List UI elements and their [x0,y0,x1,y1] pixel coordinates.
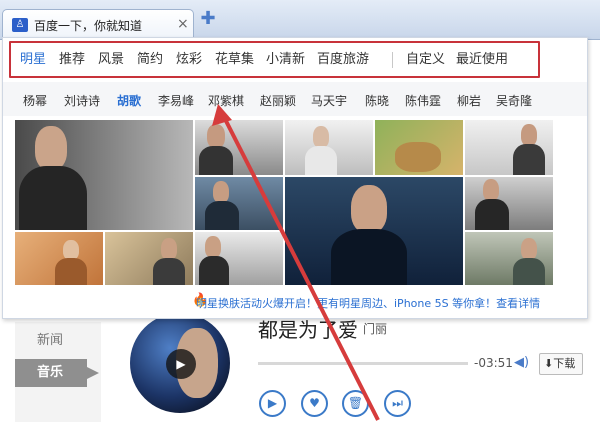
download-icon: ⬇ [544,357,554,370]
category-divider [392,52,393,68]
tab-colorful[interactable]: 炫彩 [176,49,202,71]
close-icon[interactable]: × [177,16,189,32]
star-name[interactable]: 杨幂 [23,92,47,109]
skin-thumbnail[interactable] [105,232,193,285]
paw-icon: ♙ [12,18,28,32]
download-button[interactable]: ⬇下载 [539,353,583,375]
like-button[interactable]: ♥ [301,390,328,417]
tab-fresh[interactable]: 小清新 [266,49,305,71]
play-button[interactable]: ▶ [259,390,286,417]
new-tab-icon[interactable]: ✚ [200,10,216,28]
skin-thumbnail[interactable] [15,232,103,285]
play-icon[interactable]: ▶ [166,349,196,379]
browser-tab[interactable]: ♙ 百度一下，你就知道 × [2,9,194,40]
browser-tab-strip: ♙ 百度一下，你就知道 × ✚ [0,0,600,40]
next-button[interactable]: ⏭ [384,390,411,417]
tab-travel[interactable]: 百度旅游 [317,49,369,71]
skin-thumbnail[interactable] [195,120,283,175]
star-name[interactable]: 吴奇隆 [496,92,532,109]
download-label: 下载 [553,357,576,370]
star-name[interactable]: 陈晓 [365,92,389,109]
song-artist[interactable]: 门丽 [363,320,387,337]
skin-thumbnail[interactable] [285,120,373,175]
skin-thumbnail-grid [15,120,553,285]
time-remaining: -03:51 [474,356,513,370]
volume-icon[interactable]: ◀) [514,355,529,370]
star-name[interactable]: 柳岩 [457,92,481,109]
promo-link[interactable]: 明星换肤活动火爆开启！更有明星周边、iPhone 5S 等你拿！查看详情 [196,295,540,311]
tab-recommend[interactable]: 推荐 [59,49,85,71]
skin-thumbnail[interactable] [15,120,193,230]
tab-recent[interactable]: 最近使用 [456,49,508,71]
sidebar-item-music[interactable]: 音乐 [15,359,99,387]
tab-stars[interactable]: 明星 [20,49,46,71]
trash-button[interactable]: 🗑 [342,390,369,417]
tab-simple[interactable]: 简约 [137,49,163,71]
star-name[interactable]: 李易峰 [158,92,194,109]
progress-bar[interactable] [258,362,468,365]
tab-flowers[interactable]: 花草集 [215,49,254,71]
star-name[interactable]: 刘诗诗 [64,92,100,109]
star-name[interactable]: 胡歌 [117,92,141,109]
skin-thumbnail[interactable] [195,232,283,285]
skin-thumbnail[interactable] [465,120,553,175]
star-name[interactable]: 赵丽颖 [260,92,296,109]
skin-thumbnail[interactable] [465,177,553,230]
star-name[interactable]: 邓紫棋 [208,92,244,109]
tab-scenery[interactable]: 风景 [98,49,124,71]
tab-custom[interactable]: 自定义 [406,49,445,71]
sidebar-item-news[interactable]: 新闻 [15,327,101,355]
skin-thumbnail[interactable] [195,177,283,230]
star-name[interactable]: 马天宇 [311,92,347,109]
skin-thumbnail[interactable] [375,120,463,175]
star-name[interactable]: 陈伟霆 [405,92,441,109]
skin-thumbnail[interactable] [285,177,463,285]
skin-thumbnail[interactable] [465,232,553,285]
tab-title: 百度一下，你就知道 [34,19,143,33]
